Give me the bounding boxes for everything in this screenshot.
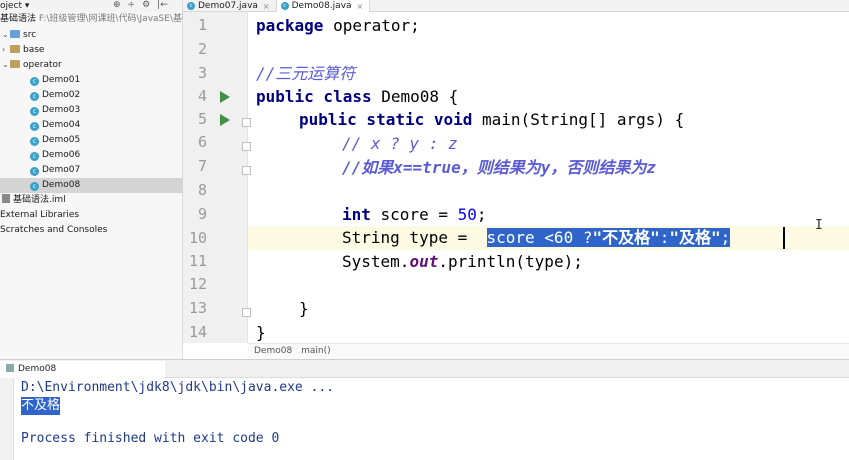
code-line-4: public class Demo08 {	[256, 87, 459, 106]
code-line-3: //三元运算符	[256, 64, 356, 83]
line-number: 12	[188, 275, 207, 293]
chevron-down-icon: ▾	[24, 1, 30, 11]
chevron-right-icon: ›	[2, 45, 6, 54]
folder-icon	[10, 60, 20, 68]
java-class-icon: c	[30, 152, 39, 161]
hide-panel-icon[interactable]: |←	[157, 0, 168, 10]
line-number: 9	[197, 205, 207, 223]
tree-item-src[interactable]: ⌄ src	[2, 27, 36, 42]
breadcrumb-item-method[interactable]: main()	[301, 346, 331, 356]
tree-item-demo03[interactable]: c Demo03	[30, 103, 80, 118]
tree-item-demo01[interactable]: c Demo01	[30, 73, 80, 88]
chevron-down-icon: ⌄	[2, 60, 9, 69]
tree-item-demo04[interactable]: c Demo04	[30, 118, 80, 133]
editor-gutter: 1 2 3 4 5 6 7 8 9 10 11 12 13 14	[183, 12, 251, 343]
tab-demo08[interactable]: c Demo08.java ×	[276, 0, 371, 12]
line-number: 1	[197, 16, 207, 34]
run-tab-bar: Demo08	[0, 359, 849, 378]
breadcrumb: Demo08 main()	[248, 343, 849, 359]
java-class-icon: c	[187, 2, 195, 10]
code-line-13: }	[299, 299, 309, 318]
project-panel-header: oject ▾ ⊕ ÷ ⚙ |←	[0, 0, 182, 12]
project-panel: oject ▾ ⊕ ÷ ⚙ |← 基础语法 F:\班级管理\网课班\代码\Jav…	[0, 0, 191, 359]
java-class-icon: c	[280, 2, 289, 10]
mouse-cursor-icon: I	[815, 218, 823, 233]
line-number: 4	[197, 87, 207, 105]
run-tab-demo08[interactable]: Demo08	[0, 361, 165, 378]
console-output: 不及格	[21, 397, 61, 415]
tree-item-scratches[interactable]: Scratches and Consoles	[0, 223, 107, 238]
java-class-icon: c	[30, 137, 39, 146]
breadcrumb-item-class[interactable]: Demo08	[254, 346, 292, 356]
text-selection: score <60 ?"不及格":"及格";	[486, 228, 731, 247]
line-number: 6	[197, 133, 207, 151]
file-icon	[2, 194, 10, 203]
tab-demo07[interactable]: c Demo07.java ×	[183, 0, 277, 12]
line-number: 3	[197, 64, 207, 82]
line-number: 14	[188, 323, 207, 341]
collapse-icon[interactable]: ÷	[128, 0, 136, 10]
console-toolbar	[0, 378, 14, 460]
tree-item-operator[interactable]: ⌄ operator	[2, 57, 62, 72]
code-line-10: String type = score <60 ?"不及格":"及格";	[342, 228, 731, 247]
line-number: 7	[197, 157, 207, 175]
run-main-icon[interactable]	[220, 114, 230, 126]
folder-icon	[10, 45, 20, 53]
line-number: 2	[197, 40, 207, 58]
code-editor[interactable]: package operator; //三元运算符 public class D…	[248, 12, 849, 343]
run-config-icon	[6, 364, 14, 372]
java-class-icon: c	[30, 107, 39, 116]
run-class-icon[interactable]	[220, 91, 230, 103]
gear-icon[interactable]: ⚙	[142, 0, 150, 10]
tree-item-iml[interactable]: 基础语法.iml	[2, 193, 66, 208]
close-icon[interactable]: ×	[263, 2, 270, 11]
java-class-icon: c	[30, 77, 39, 86]
chevron-down-icon: ⌄	[2, 30, 9, 39]
tree-item-demo02[interactable]: c Demo02	[30, 88, 80, 103]
code-line-1: package operator;	[256, 16, 420, 35]
tree-item-demo08[interactable]: c Demo08	[0, 178, 183, 193]
code-line-5: public static void main(String[] args) {	[299, 110, 685, 129]
close-icon[interactable]: ×	[357, 2, 364, 11]
console-command-line: D:\Environment\jdk8\jdk\bin\java.exe ...	[21, 380, 335, 395]
code-line-7: //如果x==true，则结果为y，否则结果为z	[342, 158, 656, 177]
code-line-9: int score = 50;	[342, 205, 487, 224]
locate-icon[interactable]: ⊕	[113, 0, 121, 10]
folder-icon	[10, 30, 20, 38]
console-exit-message: Process finished with exit code 0	[21, 431, 280, 446]
tree-module-root[interactable]: 基础语法 F:\班级管理\网课班\代码\JavaSE\基础	[0, 12, 191, 27]
line-number: 11	[188, 252, 207, 270]
java-class-icon: c	[30, 122, 39, 131]
tree-item-demo05[interactable]: c Demo05	[30, 133, 80, 148]
line-number: 10	[188, 229, 207, 247]
project-view-selector[interactable]: oject ▾	[0, 1, 29, 11]
run-console[interactable]: D:\Environment\jdk8\jdk\bin\java.exe ...…	[0, 378, 849, 460]
java-class-icon: c	[30, 92, 39, 101]
java-class-icon: c	[30, 182, 39, 191]
java-class-icon: c	[30, 167, 39, 176]
code-line-6: // x ? y : z	[342, 134, 458, 153]
tree-item-external-libraries[interactable]: External Libraries	[0, 208, 79, 223]
tree-item-base[interactable]: › base	[2, 42, 44, 57]
code-line-14: }	[256, 323, 266, 342]
line-number: 8	[197, 181, 207, 199]
code-line-11: System.out.println(type);	[342, 252, 583, 271]
text-caret	[783, 227, 785, 249]
editor-tab-bar: c Demo07.java × c Demo08.java ×	[183, 0, 849, 12]
tree-item-demo07[interactable]: c Demo07	[30, 163, 80, 178]
tree-item-demo06[interactable]: c Demo06	[30, 148, 80, 163]
line-number: 5	[197, 110, 207, 128]
line-number: 13	[188, 299, 207, 317]
